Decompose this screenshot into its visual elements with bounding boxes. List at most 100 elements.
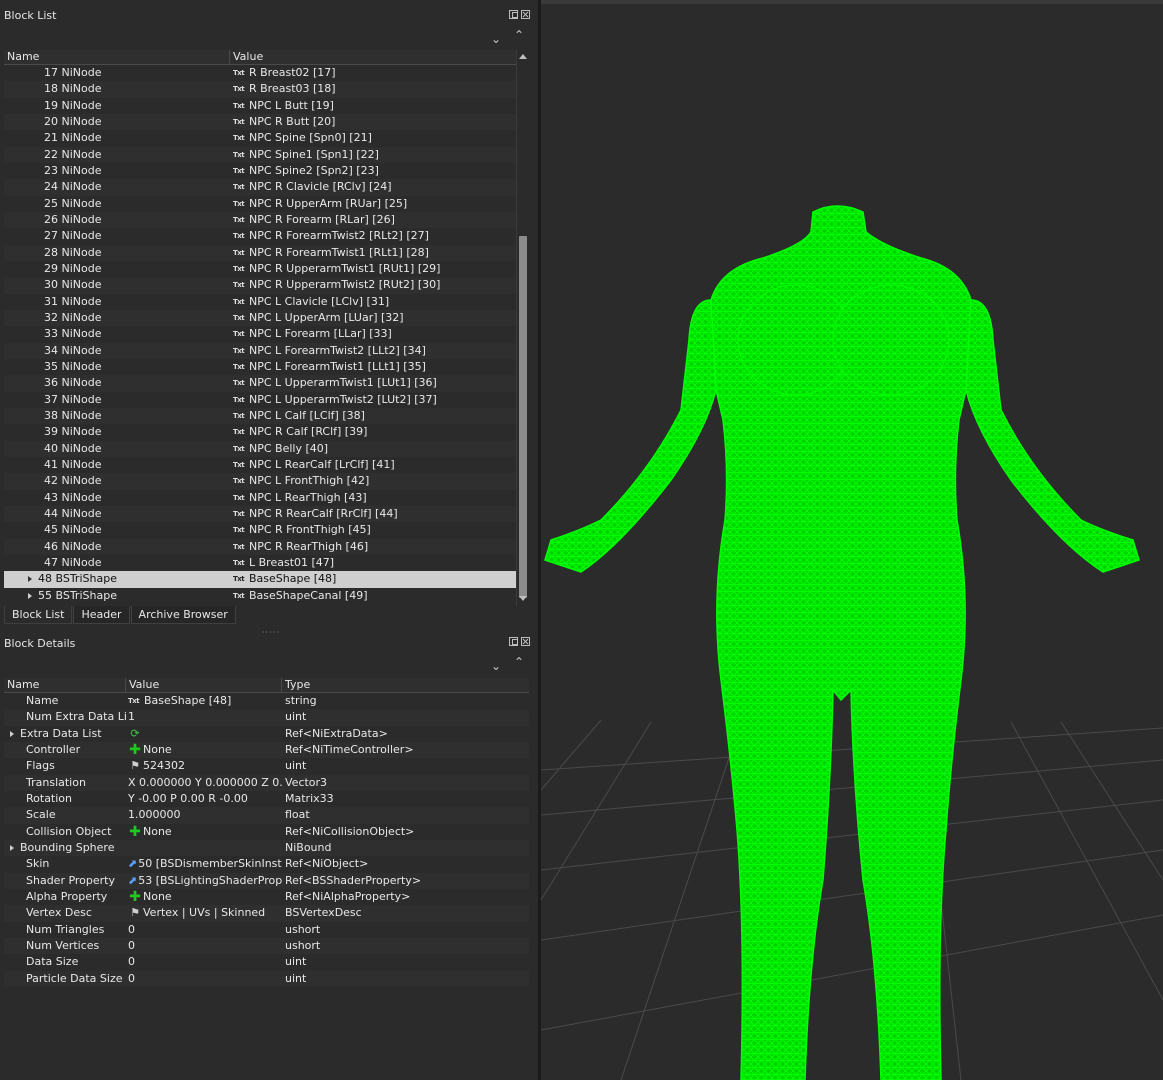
field-value-cell[interactable]: ⚑ 524302 [126,758,282,774]
expand-arrow-icon[interactable] [10,730,14,737]
table-row[interactable]: 34 NiNode Txt NPC L ForearmTwist2 [LLt2] [… [4,342,516,359]
column-header-name[interactable]: Name [4,678,126,692]
column-header-type[interactable]: Type [282,678,529,692]
table-row[interactable]: 31 NiNode Txt NPC L Clavicle [LClv] [31] [4,294,516,310]
table-row[interactable]: 38 NiNode Txt NPC L Calf [LClf] [38] [4,407,516,425]
table-row[interactable]: 29 NiNode Txt NPC R UpperarmTwist1 [RUt1] … [4,261,516,277]
table-row[interactable]: 44 NiNode Txt NPC R RearCalf [RrClf] [44] [4,505,516,523]
table-row[interactable]: Rotation Y -0.00 P 0.00 R -0.00 Matrix33 [4,791,529,807]
field-value-cell[interactable]: 0 [126,922,282,938]
table-row[interactable]: 36 NiNode Txt NPC L UpperarmTwist1 [LUt1] … [4,375,516,392]
expand-arrow-icon[interactable] [28,576,32,583]
table-row[interactable]: 41 NiNode Txt NPC L RearCalf [LrClf] [41] [4,457,516,473]
table-row[interactable]: 39 NiNode Txt NPC R Calf [RClf] [39] [4,424,516,440]
expand-up-icon[interactable]: ⌃ [514,29,524,41]
table-row[interactable]: 47 NiNode Txt L Breast01 [47] [4,555,516,571]
float-icon[interactable] [509,10,518,19]
table-row[interactable]: Num Vertices 0 ushort [4,937,529,955]
block-value-cell: Txt BaseShapeCanal [49] [230,588,516,604]
field-value-cell[interactable]: 0 [126,971,282,987]
field-value-cell[interactable]: ⟳ [126,726,282,742]
table-row[interactable]: 21 NiNode Txt NPC Spine [Spn0] [21] [4,130,516,146]
table-row[interactable]: 25 NiNode Txt NPC R UpperArm [RUar] [25] [4,196,516,212]
text-type-icon: Txt [128,697,140,706]
block-details-table[interactable]: Name Value Type Name Txt BaseShape [48] str… [4,678,529,990]
expand-arrow-icon[interactable] [28,592,32,599]
table-row[interactable]: Data Size 0 uint [4,954,529,970]
collapse-all-icon[interactable]: ⌄ [491,33,501,45]
field-value-cell[interactable]: ✚ None [126,742,282,758]
table-row[interactable]: Name Txt BaseShape [48] string [4,693,529,709]
table-row[interactable]: Collision Object ✚ None Ref<NiCollisionObje… [4,824,529,840]
table-row[interactable]: 32 NiNode Txt NPC L UpperArm [LUar] [32] [4,309,516,327]
table-row[interactable]: 18 NiNode Txt R Breast03 [18] [4,81,516,98]
float-icon[interactable] [509,637,518,646]
table-row[interactable]: 33 NiNode Txt NPC L Forearm [LLar] [33] [4,326,516,342]
table-row[interactable]: 42 NiNode Txt NPC L FrontThigh [42] [4,473,516,490]
table-row[interactable]: 43 NiNode Txt NPC L RearThigh [43] [4,490,516,506]
dock-resize-grip[interactable]: ····· [262,628,280,637]
table-row[interactable]: Alpha Property ✚ None Ref<NiAlphaProperty> [4,889,529,905]
table-row[interactable]: 28 NiNode Txt NPC R ForearmTwist1 [RLt1] [… [4,244,516,261]
table-row[interactable]: 26 NiNode Txt NPC R Forearm [RLar] [26] [4,211,516,229]
table-row[interactable]: 37 NiNode Txt NPC L UpperarmTwist2 [LUt2] … [4,392,516,408]
table-row[interactable]: Scale 1.000000 float [4,807,529,824]
field-value-cell[interactable]: X 0.000000 Y 0.000000 Z 0.000... [126,775,282,791]
table-row[interactable]: Controller ✚ None Ref<NiTimeController> [4,741,529,759]
table-row[interactable]: Translation X 0.000000 Y 0.000000 Z 0.000… [4,774,529,791]
field-value-cell[interactable]: 1.000000 [126,807,282,823]
close-icon[interactable] [521,637,530,646]
field-value-cell[interactable]: 1 [126,709,282,725]
table-row[interactable]: 24 NiNode Txt NPC R Clavicle [RClv] [24] [4,179,516,196]
table-row[interactable]: Flags ⚑ 524302 uint [4,758,529,774]
table-row[interactable]: 55 BSTriShape Txt BaseShapeCanal [49] [4,588,516,604]
expand-up-icon[interactable]: ⌃ [514,656,524,668]
table-row[interactable]: 40 NiNode Txt NPC Belly [40] [4,440,516,457]
tab-header[interactable]: Header [73,606,130,624]
render-viewport[interactable] [541,0,1163,1080]
field-value-cell[interactable]: ✚ None [126,889,282,905]
table-row[interactable]: 20 NiNode Txt NPC R Butt [20] [4,113,516,131]
table-row[interactable]: 35 NiNode Txt NPC L ForearmTwist1 [LLt1] [… [4,359,516,375]
table-row[interactable]: 30 NiNode Txt NPC R UpperarmTwist2 [RUt2] … [4,277,516,294]
scroll-up-arrow-icon[interactable] [519,54,527,59]
field-value-cell[interactable]: ⚑ Vertex | UVs | Skinned [126,905,282,921]
scroll-down-arrow-icon[interactable] [519,596,527,601]
text-type-icon: Txt [233,428,245,437]
table-row[interactable]: Skin ⬈ 50 [BSDismemberSkinInst... Ref<NiObj… [4,856,529,872]
field-value-cell[interactable]: Y -0.00 P 0.00 R -0.00 [126,791,282,807]
table-row[interactable]: 27 NiNode Txt NPC R ForearmTwist2 [RLt2] [… [4,228,516,244]
block-list-scrollbar[interactable] [516,50,529,606]
column-header-value[interactable]: Value [230,50,516,64]
table-row[interactable]: Extra Data List ⟳ Ref<NiExtraData> [4,726,529,742]
expand-arrow-icon[interactable] [10,845,14,852]
table-row[interactable]: 17 NiNode Txt R Breast02 [17] [4,65,516,81]
table-row[interactable]: 45 NiNode Txt NPC R FrontThigh [45] [4,522,516,538]
close-icon[interactable] [521,10,530,19]
field-value-cell[interactable]: Txt BaseShape [48] [126,693,282,709]
column-header-value[interactable]: Value [126,678,282,692]
table-row[interactable]: 46 NiNode Txt NPC R RearThigh [46] [4,538,516,555]
table-row[interactable]: 22 NiNode Txt NPC Spine1 [Spn1] [22] [4,146,516,163]
tab-archive-browser[interactable]: Archive Browser [130,606,236,624]
field-value-cell[interactable] [126,840,282,856]
field-value-cell[interactable]: ✚ None [126,824,282,840]
table-row[interactable]: Bounding Sphere NiBound [4,839,529,857]
field-value-cell[interactable]: 0 [126,938,282,954]
table-row[interactable]: Num Triangles 0 ushort [4,922,529,938]
table-row[interactable]: Num Extra Data List 1 uint [4,709,529,726]
field-value-cell[interactable]: ⬈ 53 [BSLightingShaderProp... [126,873,282,889]
column-header-name[interactable]: Name [4,50,230,64]
table-row[interactable]: Particle Data Size 0 uint [4,970,529,987]
table-row[interactable]: 23 NiNode Txt NPC Spine2 [Spn2] [23] [4,163,516,179]
block-list-table[interactable]: Name Value 17 NiNode Txt R Breast02 [17] 18… [4,50,516,606]
field-value-cell[interactable]: ⬈ 50 [BSDismemberSkinInst... [126,856,282,872]
table-row[interactable]: Shader Property ⬈ 53 [BSLightingShaderProp… [4,872,529,889]
table-row[interactable]: 48 BSTriShape Txt BaseShape [48] [4,571,516,588]
scroll-thumb[interactable] [519,236,527,598]
tab-block-list[interactable]: Block List [4,606,73,624]
collapse-all-icon[interactable]: ⌄ [491,660,501,672]
table-row[interactable]: 19 NiNode Txt NPC L Butt [19] [4,98,516,114]
table-row[interactable]: Vertex Desc ⚑ Vertex | UVs | Skinned BSVert… [4,905,529,922]
field-value-cell[interactable]: 0 [126,954,282,970]
